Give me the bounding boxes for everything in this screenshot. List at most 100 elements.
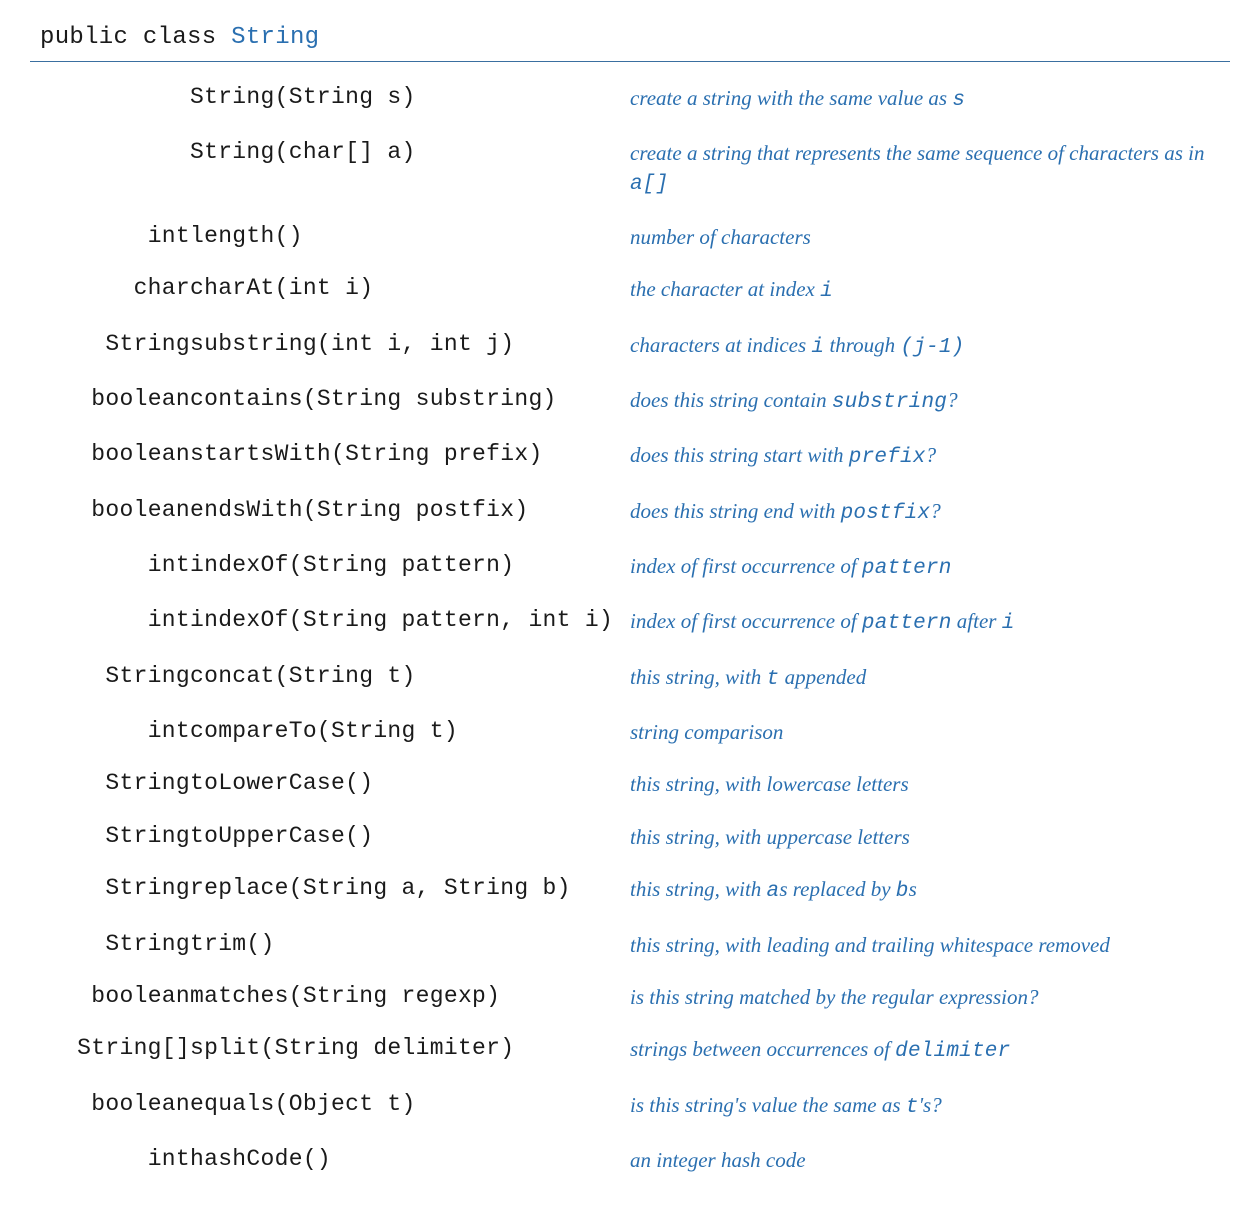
return-type: boolean: [30, 971, 190, 1023]
api-row: intindexOf(String pattern)index of first…: [30, 540, 1230, 595]
method-description: the character at index i: [630, 263, 1230, 318]
api-row: booleanmatches(String regexp)is this str…: [30, 971, 1230, 1023]
api-row: String(String s)create a string with the…: [30, 72, 1230, 127]
method-description: string comparison: [630, 706, 1230, 758]
method-description: characters at indices i through (j-1): [630, 319, 1230, 374]
method-signature: compareTo(String t): [190, 706, 630, 758]
return-type: boolean: [30, 374, 190, 429]
code-span: i: [811, 336, 824, 359]
method-description: is this string matched by the regular ex…: [630, 971, 1230, 1023]
return-type: String: [30, 319, 190, 374]
return-type: boolean: [30, 485, 190, 540]
class-prefix: public class: [40, 24, 231, 51]
return-type: int: [30, 595, 190, 650]
class-header: public class String: [30, 20, 1230, 62]
method-description: number of characters: [630, 211, 1230, 263]
method-description: index of first occurrence of pattern aft…: [630, 595, 1230, 650]
method-description: strings between occurrences of delimiter: [630, 1023, 1230, 1078]
method-signature: equals(Object t): [190, 1079, 630, 1134]
api-row: Stringconcat(String t)this string, with …: [30, 651, 1230, 706]
method-signature: replace(String a, String b): [190, 863, 630, 918]
return-type: int: [30, 706, 190, 758]
code-span: pattern: [862, 612, 952, 635]
method-description: an integer hash code: [630, 1134, 1230, 1186]
method-description: is this string's value the same as t's?: [630, 1079, 1230, 1134]
return-type: String: [30, 811, 190, 863]
code-span: i: [820, 280, 833, 303]
method-signature: toUpperCase(): [190, 811, 630, 863]
code-span: substring: [832, 391, 947, 414]
method-signature: trim(): [190, 919, 630, 971]
api-row: Stringsubstring(int i, int j)characters …: [30, 319, 1230, 374]
method-signature: hashCode(): [190, 1134, 630, 1186]
api-table: String(String s)create a string with the…: [30, 72, 1230, 1186]
method-signature: endsWith(String postfix): [190, 485, 630, 540]
method-description: create a string that represents the same…: [630, 127, 1230, 211]
method-description: does this string contain substring?: [630, 374, 1230, 429]
method-description: this string, with as replaced by bs: [630, 863, 1230, 918]
api-row: booleancontains(String substring)does th…: [30, 374, 1230, 429]
code-span: (j-1): [900, 336, 964, 359]
method-description: this string, with lowercase letters: [630, 758, 1230, 810]
return-type: boolean: [30, 429, 190, 484]
method-signature: concat(String t): [190, 651, 630, 706]
method-signature: String(char[] a): [190, 127, 630, 211]
api-row: StringtoLowerCase()this string, with low…: [30, 758, 1230, 810]
return-type: String: [30, 651, 190, 706]
api-row: inthashCode()an integer hash code: [30, 1134, 1230, 1186]
method-signature: split(String delimiter): [190, 1023, 630, 1078]
api-row: StringtoUpperCase()this string, with upp…: [30, 811, 1230, 863]
code-span: postfix: [841, 502, 931, 525]
method-description: this string, with leading and trailing w…: [630, 919, 1230, 971]
return-type: int: [30, 1134, 190, 1186]
return-type: String[]: [30, 1023, 190, 1078]
return-type: int: [30, 540, 190, 595]
method-description: index of first occurrence of pattern: [630, 540, 1230, 595]
method-description: create a string with the same value as s: [630, 72, 1230, 127]
return-type: char: [30, 263, 190, 318]
api-row: booleanstartsWith(String prefix)does thi…: [30, 429, 1230, 484]
api-row: intcompareTo(String t)string comparison: [30, 706, 1230, 758]
api-row: booleanequals(Object t)is this string's …: [30, 1079, 1230, 1134]
api-row: String(char[] a)create a string that rep…: [30, 127, 1230, 211]
method-description: does this string end with postfix?: [630, 485, 1230, 540]
method-signature: startsWith(String prefix): [190, 429, 630, 484]
code-span: delimiter: [895, 1040, 1010, 1063]
method-signature: length(): [190, 211, 630, 263]
method-description: does this string start with prefix?: [630, 429, 1230, 484]
method-signature: indexOf(String pattern): [190, 540, 630, 595]
method-description: this string, with t appended: [630, 651, 1230, 706]
return-type: String: [30, 919, 190, 971]
method-signature: contains(String substring): [190, 374, 630, 429]
code-span: t: [767, 668, 780, 691]
api-row: intlength()number of characters: [30, 211, 1230, 263]
code-span: s: [952, 89, 965, 112]
code-span: t: [906, 1096, 919, 1119]
method-signature: String(String s): [190, 72, 630, 127]
api-row: String[]split(String delimiter)strings b…: [30, 1023, 1230, 1078]
code-span: prefix: [849, 446, 926, 469]
api-tbody: String(String s)create a string with the…: [30, 72, 1230, 1186]
method-signature: charAt(int i): [190, 263, 630, 318]
api-row: booleanendsWith(String postfix)does this…: [30, 485, 1230, 540]
return-type: [30, 72, 190, 127]
return-type: String: [30, 863, 190, 918]
code-span: i: [1002, 612, 1015, 635]
code-span: b: [896, 880, 909, 903]
method-signature: substring(int i, int j): [190, 319, 630, 374]
return-type: int: [30, 211, 190, 263]
class-name: String: [231, 24, 319, 51]
method-signature: matches(String regexp): [190, 971, 630, 1023]
method-signature: toLowerCase(): [190, 758, 630, 810]
method-description: this string, with uppercase letters: [630, 811, 1230, 863]
api-row: intindexOf(String pattern, int i)index o…: [30, 595, 1230, 650]
api-row: charcharAt(int i)the character at index …: [30, 263, 1230, 318]
method-signature: indexOf(String pattern, int i): [190, 595, 630, 650]
return-type: [30, 127, 190, 211]
api-row: Stringtrim()this string, with leading an…: [30, 919, 1230, 971]
code-span: a: [767, 880, 780, 903]
return-type: String: [30, 758, 190, 810]
api-row: Stringreplace(String a, String b)this st…: [30, 863, 1230, 918]
code-span: pattern: [862, 557, 952, 580]
code-span: a[]: [630, 173, 668, 196]
